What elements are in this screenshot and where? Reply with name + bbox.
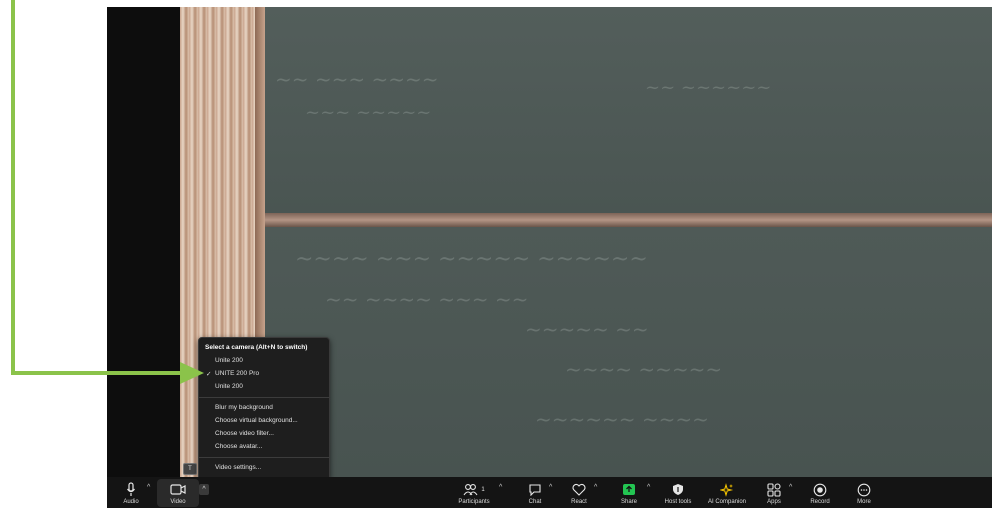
apps-button[interactable]: Apps [763,477,785,508]
more-icon [857,481,871,498]
more-button[interactable]: More [853,477,875,508]
video-button[interactable]: Video [165,477,191,508]
react-chevron-icon[interactable]: ^ [594,484,597,491]
react-button[interactable]: React [567,477,591,508]
record-button[interactable]: Record [807,477,833,508]
host-tools-label: Host tools [664,499,692,505]
divider [199,397,329,398]
camera-option[interactable]: Unite 200 [215,383,243,390]
microphone-icon [126,481,136,498]
chat-chevron-icon[interactable]: ^ [549,484,552,491]
chat-label: Chat [528,499,542,505]
annotation-arrow-head-icon [180,362,204,384]
audio-options-chevron-icon[interactable]: ^ [147,484,150,491]
camera-select-menu: Select a camera (Alt+N to switch) Unite … [198,337,330,481]
chalkboard: ~~ ~~~ ~~~~ ~~~ ~~~~~ ~~ ~~~~~~ ~~~~ ~~~… [265,7,992,477]
divider [199,457,329,458]
heart-reaction-icon [572,481,586,498]
sparkle-icon [720,481,734,498]
share-label: Share [620,499,637,505]
annotation-arrow-line [11,0,15,372]
avatar-option[interactable]: Choose avatar... [215,443,262,450]
meeting-toolbar: Audio ^ Video ^ 1 Participants ^ Chat ^ … [107,477,992,508]
record-icon [813,481,827,498]
annotation-arrow-line [11,371,183,375]
camera-option[interactable]: Unite 200 [215,357,243,364]
audio-label: Audio [123,499,139,505]
share-button[interactable]: Share [617,477,641,508]
host-tools-button[interactable]: Host tools [661,477,695,508]
video-filter-option[interactable]: Choose video filter... [215,430,274,437]
ai-companion-button[interactable]: AI Companion [702,477,752,508]
view-indicator-icon: T [183,463,197,475]
virtual-background-option[interactable]: Choose virtual background... [215,417,298,424]
video-settings-option[interactable]: Video settings... [215,464,261,471]
participants-icon: 1 [463,481,485,498]
blur-background-option[interactable]: Blur my background [215,404,273,411]
participants-count: 1 [481,486,485,493]
apps-label: Apps [767,499,781,505]
menu-header: Select a camera (Alt+N to switch) [205,344,308,351]
share-chevron-icon[interactable]: ^ [647,484,650,491]
share-screen-icon [622,481,636,498]
video-label: Video [170,499,186,505]
video-options-chevron-icon[interactable]: ^ [199,484,209,495]
record-label: Record [810,499,830,505]
video-camera-icon [170,481,186,498]
more-label: More [857,499,871,505]
chat-button[interactable]: Chat [524,477,546,508]
chat-icon [528,481,542,498]
apps-icon [767,481,781,498]
ai-companion-label: AI Companion [707,499,747,505]
chalk-ledge [265,213,992,227]
participants-chevron-icon[interactable]: ^ [499,484,502,491]
shield-icon [672,481,684,498]
participants-label: Participants [458,499,490,505]
camera-option-selected[interactable]: UNITE 200 Pro [215,370,259,377]
participants-button[interactable]: 1 Participants [454,477,494,508]
apps-chevron-icon[interactable]: ^ [789,484,792,491]
check-icon: ✓ [206,371,212,378]
react-label: React [571,499,587,505]
audio-button[interactable]: Audio [119,477,143,508]
